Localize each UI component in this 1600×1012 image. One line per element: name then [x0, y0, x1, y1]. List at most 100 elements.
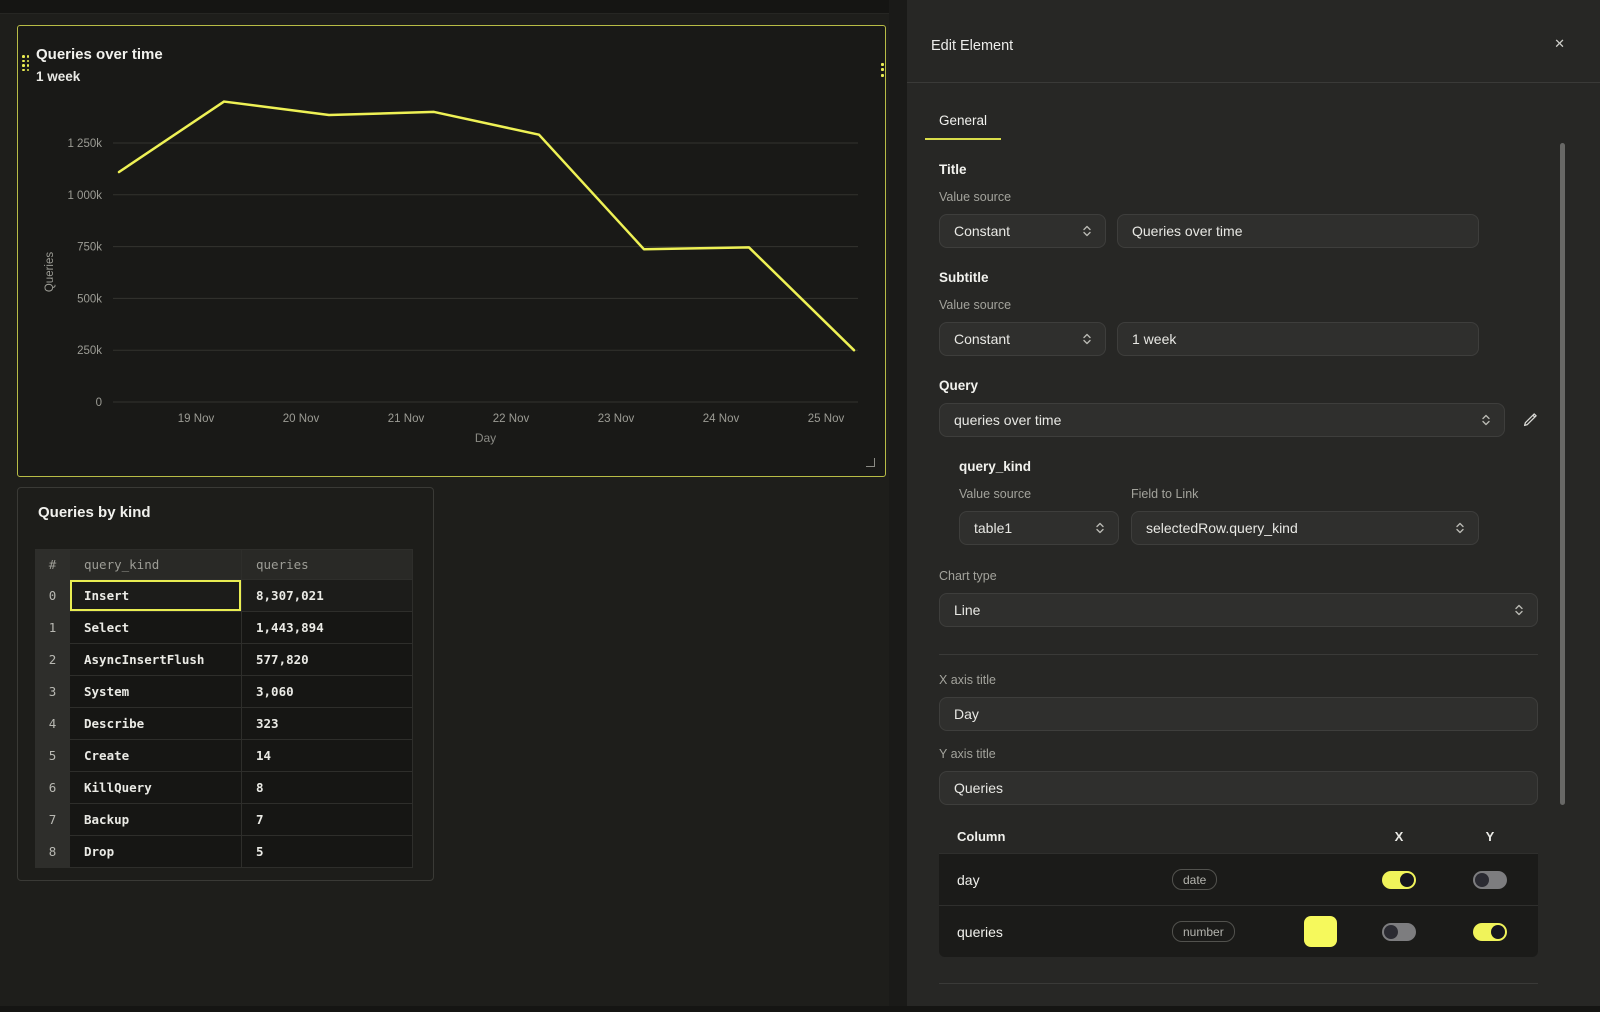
- table-row: 2AsyncInsertFlush577,820: [36, 644, 413, 676]
- x-axis-title-value: Day: [954, 706, 1525, 722]
- y-axis-toggle[interactable]: [1473, 923, 1507, 941]
- resize-handle-icon[interactable]: [866, 458, 875, 467]
- row-index-cell[interactable]: 1: [36, 612, 70, 644]
- query-edit-button[interactable]: [1505, 403, 1538, 437]
- table-header-index: #: [36, 550, 70, 580]
- subtitle-source-select[interactable]: Constant: [939, 322, 1106, 356]
- series-color-swatch[interactable]: [1304, 916, 1337, 947]
- query-kind-cell[interactable]: Select: [70, 612, 242, 644]
- queries-cell[interactable]: 5: [242, 836, 413, 868]
- row-index-cell[interactable]: 2: [36, 644, 70, 676]
- query-select[interactable]: queries over time: [939, 403, 1505, 437]
- queries-line-chart: 0250k500k750k1 000k1 250kQueries19 Nov20…: [18, 26, 884, 475]
- x-axis-toggle[interactable]: [1382, 923, 1416, 941]
- table-row: 5Create14: [36, 740, 413, 772]
- columns-config-table: Column X Y daydatequeriesnumber: [939, 819, 1538, 957]
- y-axis-toggle[interactable]: [1473, 871, 1507, 889]
- subtitle-source-value: Constant: [954, 331, 1081, 347]
- query-kind-cell[interactable]: AsyncInsertFlush: [70, 644, 242, 676]
- row-index-cell[interactable]: 7: [36, 804, 70, 836]
- queries-cell[interactable]: 14: [242, 740, 413, 772]
- table-card-title: Queries by kind: [38, 504, 151, 521]
- query-select-value: queries over time: [954, 412, 1480, 428]
- table-row: 8Drop5: [36, 836, 413, 868]
- subtitle-value-source-label: Value source: [939, 298, 1538, 312]
- row-index-cell[interactable]: 5: [36, 740, 70, 772]
- y-axis-title-input[interactable]: Queries: [939, 771, 1538, 805]
- chart-type-select[interactable]: Line: [939, 593, 1538, 627]
- queries-cell[interactable]: 8,307,021: [242, 580, 413, 612]
- config-row-day: daydate: [939, 853, 1538, 905]
- x-axis-title-label: X axis title: [939, 673, 1538, 687]
- queries-cell[interactable]: 7: [242, 804, 413, 836]
- queries-by-kind-card: Queries by kind #query_kindqueries 0Inse…: [17, 487, 434, 881]
- query-kind-cell[interactable]: Drop: [70, 836, 242, 868]
- table-row: 6KillQuery8: [36, 772, 413, 804]
- svg-text:21 Nov: 21 Nov: [388, 413, 425, 425]
- query-kind-source-select[interactable]: table1: [959, 511, 1119, 545]
- x-axis-title-input[interactable]: Day: [939, 697, 1538, 731]
- queries-by-kind-table: #query_kindqueries 0Insert8,307,0211Sele…: [35, 549, 413, 868]
- query-kind-cell[interactable]: Create: [70, 740, 242, 772]
- title-section-label: Title: [939, 162, 1538, 177]
- columns-config-header: Column X Y: [939, 819, 1538, 853]
- query-kind-cell[interactable]: Insert: [70, 580, 242, 612]
- svg-text:23 Nov: 23 Nov: [598, 413, 635, 425]
- svg-text:Day: Day: [475, 431, 496, 445]
- card-menu-icon[interactable]: [878, 63, 886, 77]
- query-kind-cell[interactable]: Describe: [70, 708, 242, 740]
- row-index-cell[interactable]: 6: [36, 772, 70, 804]
- svg-text:Queries: Queries: [44, 252, 56, 293]
- query-kind-label: query_kind: [959, 459, 1538, 474]
- title-source-select[interactable]: Constant: [939, 214, 1106, 248]
- query-kind-cell[interactable]: KillQuery: [70, 772, 242, 804]
- query-kind-field-select[interactable]: selectedRow.query_kind: [1131, 511, 1479, 545]
- toggle-knob: [1491, 925, 1505, 939]
- config-header-column: Column: [939, 829, 1172, 844]
- title-value-input[interactable]: Queries over time: [1117, 214, 1479, 248]
- chevron-up-down-icon: [1480, 412, 1492, 428]
- row-index-cell[interactable]: 3: [36, 676, 70, 708]
- table-row: 4Describe323: [36, 708, 413, 740]
- tab-general[interactable]: General: [925, 109, 1001, 140]
- queries-cell[interactable]: 8: [242, 772, 413, 804]
- edit-element-panel: Edit Element ✕ General Title Value sourc…: [889, 0, 1600, 1012]
- queries-cell[interactable]: 577,820: [242, 644, 413, 676]
- subtitle-section-label: Subtitle: [939, 270, 1538, 285]
- query-kind-cell[interactable]: Backup: [70, 804, 242, 836]
- svg-text:24 Nov: 24 Nov: [703, 413, 740, 425]
- section-divider: [939, 654, 1538, 655]
- row-index-cell[interactable]: 4: [36, 708, 70, 740]
- svg-text:500k: 500k: [77, 293, 102, 305]
- queries-cell[interactable]: 1,443,894: [242, 612, 413, 644]
- panel-scrollbar[interactable]: [1560, 143, 1565, 805]
- table-row: 7Backup7: [36, 804, 413, 836]
- y-axis-title-label: Y axis title: [939, 747, 1538, 761]
- config-column-name: day: [939, 872, 1172, 888]
- table-header-query_kind: query_kind: [70, 550, 242, 580]
- query-kind-cell[interactable]: System: [70, 676, 242, 708]
- subtitle-value-input[interactable]: 1 week: [1117, 322, 1479, 356]
- chart-title: Queries over time: [36, 46, 163, 63]
- config-header-y: Y: [1442, 829, 1538, 844]
- chart-type-value: Line: [954, 602, 1513, 618]
- close-icon[interactable]: ✕: [1554, 37, 1565, 50]
- queries-cell[interactable]: 3,060: [242, 676, 413, 708]
- config-header-x: X: [1356, 829, 1442, 844]
- edit-panel-title: Edit Element: [931, 38, 1013, 54]
- chart-card-queries-over-time[interactable]: 0250k500k750k1 000k1 250kQueries19 Nov20…: [17, 25, 886, 477]
- chevron-up-down-icon: [1081, 331, 1093, 347]
- chart-type-label: Chart type: [939, 569, 1538, 583]
- toggle-knob: [1400, 873, 1414, 887]
- row-index-cell[interactable]: 0: [36, 580, 70, 612]
- query-kind-source-value: table1: [974, 520, 1094, 536]
- svg-text:1 250k: 1 250k: [67, 138, 102, 150]
- section-divider: [939, 983, 1538, 984]
- query-kind-field-value: selectedRow.query_kind: [1146, 520, 1454, 536]
- x-axis-toggle[interactable]: [1382, 871, 1416, 889]
- title-value-source-label: Value source: [939, 190, 1538, 204]
- pencil-icon: [1522, 412, 1538, 428]
- row-index-cell[interactable]: 8: [36, 836, 70, 868]
- queries-cell[interactable]: 323: [242, 708, 413, 740]
- svg-text:20 Nov: 20 Nov: [283, 413, 320, 425]
